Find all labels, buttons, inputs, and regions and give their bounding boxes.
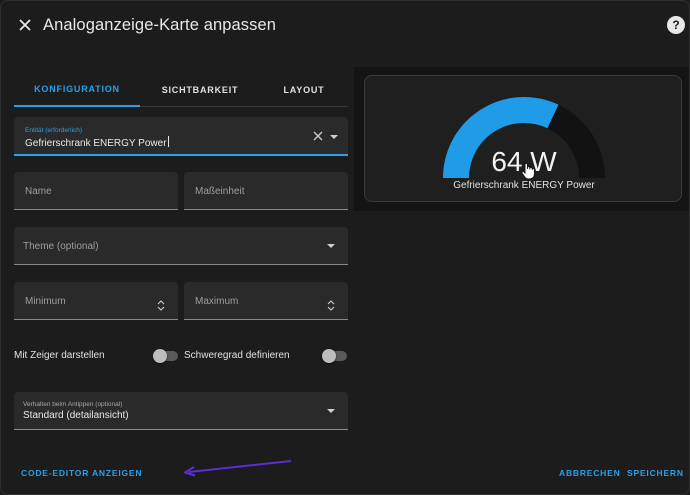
unit-field[interactable]: Maßeinheit <box>184 172 348 210</box>
tab-konfiguration[interactable]: KONFIGURATION <box>14 73 140 107</box>
code-editor-button[interactable]: CODE-EDITOR ANZEIGEN <box>21 468 142 478</box>
entity-field-label: Entität (erforderlich) <box>25 127 83 134</box>
chevron-down-icon[interactable] <box>330 135 338 139</box>
name-field-label: Name <box>25 186 52 197</box>
hand-cursor-icon <box>521 162 535 180</box>
tap-action-label: Verhalten beim Antippen (optional) <box>23 401 123 408</box>
help-button[interactable]: ? <box>667 16 685 34</box>
name-field[interactable]: Name <box>14 172 178 210</box>
card-preview-panel: 64 W Gefrierschrank ENERGY Power <box>354 67 689 211</box>
gauge-card[interactable]: 64 W Gefrierschrank ENERGY Power <box>364 75 682 202</box>
cancel-button[interactable]: ABBRECHEN <box>559 468 621 478</box>
tab-sichtbarkeit[interactable]: SICHTBARKEIT <box>140 73 260 106</box>
theme-select[interactable]: Theme (optional) <box>14 227 348 265</box>
tab-layout[interactable]: LAYOUT <box>260 73 348 106</box>
entity-field[interactable]: Entität (erforderlich) Gefrierschrank EN… <box>14 117 348 156</box>
tap-action-select[interactable]: Verhalten beim Antippen (optional) Stand… <box>14 392 348 430</box>
minimum-field[interactable]: Minimum <box>14 282 178 320</box>
toggle-knob <box>153 349 167 363</box>
annotation-arrow-icon <box>184 460 292 477</box>
toggle-knob <box>322 349 336 363</box>
needle-toggle-label: Mit Zeiger darstellen <box>14 350 105 361</box>
save-button[interactable]: SPEICHERN <box>627 468 684 478</box>
severity-toggle[interactable] <box>322 349 347 363</box>
close-icon <box>19 19 31 31</box>
dialog-title: Analoganzeige-Karte anpassen <box>43 16 277 34</box>
needle-toggle[interactable] <box>153 349 178 363</box>
stepper-icon[interactable] <box>327 300 335 311</box>
entity-field-value: Gefrierschrank ENERGY Power <box>25 136 169 149</box>
dialog-header: Analoganzeige-Karte anpassen ? <box>1 1 689 51</box>
minimum-field-label: Minimum <box>25 296 66 307</box>
chevron-down-icon[interactable] <box>327 244 335 248</box>
severity-toggle-label: Schweregrad definieren <box>184 350 290 361</box>
maximum-field-label: Maximum <box>195 296 239 307</box>
maximum-field[interactable]: Maximum <box>184 282 348 320</box>
clear-icon[interactable] <box>313 131 323 141</box>
chevron-down-icon[interactable] <box>327 409 335 413</box>
close-button[interactable] <box>13 13 37 37</box>
editor-tabs: KONFIGURATION SICHTBARKEIT LAYOUT <box>14 73 348 107</box>
unit-field-label: Maßeinheit <box>195 186 245 197</box>
tap-action-value: Standard (detailansicht) <box>23 410 129 421</box>
edit-card-dialog: Analoganzeige-Karte anpassen ? KONFIGURA… <box>0 0 690 495</box>
theme-select-label: Theme (optional) <box>23 241 99 252</box>
stepper-icon[interactable] <box>157 300 165 311</box>
text-caret <box>167 136 169 147</box>
gauge-entity-name: Gefrierschrank ENERGY Power <box>453 180 595 191</box>
help-icon: ? <box>672 18 680 32</box>
